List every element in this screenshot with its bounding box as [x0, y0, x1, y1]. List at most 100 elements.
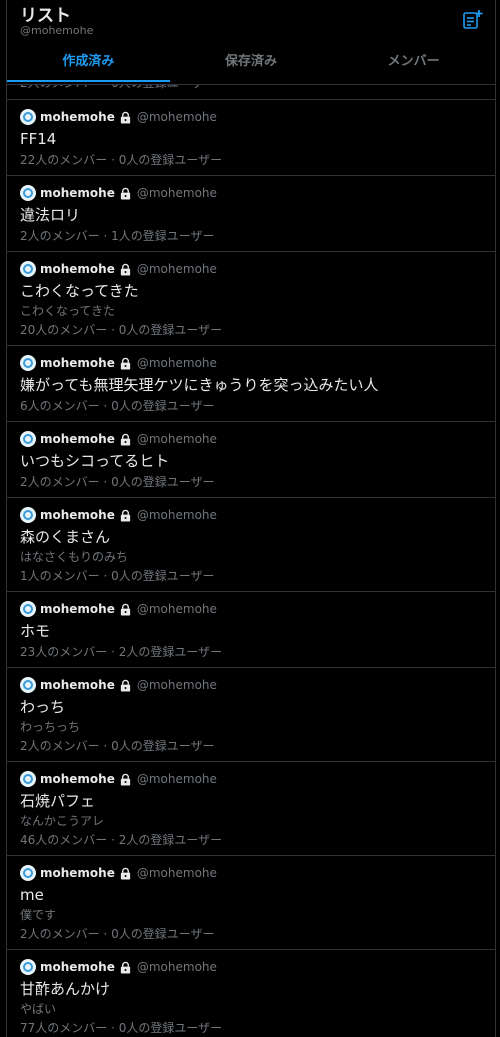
lock-icon [120, 867, 131, 880]
list-item[interactable]: mohemohe @mohemohe ホモ 23人のメンバー · 2人の登録ユー… [7, 591, 495, 667]
tab-member[interactable]: メンバー [332, 44, 495, 84]
new-list-button[interactable] [461, 9, 483, 31]
owner-name: mohemohe [40, 960, 115, 974]
list-item[interactable]: mohemohe @mohemohe 甘酢あんかけ やばい 77人のメンバー ·… [7, 949, 495, 1037]
owner-row: mohemohe @mohemohe [20, 260, 482, 278]
list-meta: 22人のメンバー · 0人の登録ユーザー [20, 153, 223, 167]
page-handle: @mohemohe [20, 24, 94, 37]
avatar [20, 865, 36, 881]
list-item[interactable]: mohemohe @mohemohe 石焼パフェ なんかこうアレ 46人のメンバ… [7, 761, 495, 855]
list-meta: 2人のメンバー · 0人の登録ユーザー [20, 475, 215, 489]
lock-icon [120, 433, 131, 446]
avatar [20, 355, 36, 371]
lock-icon [120, 961, 131, 974]
list-description: こわくなってきた [20, 304, 116, 318]
list-description: わっちっち [20, 720, 81, 734]
owner-row: mohemohe @mohemohe [20, 770, 482, 788]
list-name: me [20, 886, 44, 904]
lock-icon [120, 603, 131, 616]
list-container: mohemohe @mohemohe FF14 22人のメンバー · 0人の登録… [7, 99, 495, 1037]
lock-icon [120, 509, 131, 522]
list-item[interactable]: mohemohe @mohemohe 嫌がっても無理矢理ケツにきゅうりを突っ込み… [7, 345, 495, 421]
lock-icon [120, 263, 131, 276]
owner-name: mohemohe [40, 110, 115, 124]
list-meta: 6人のメンバー · 0人の登録ユーザー [20, 399, 215, 413]
lock-icon [120, 111, 131, 124]
list-description: やばい [20, 1002, 57, 1016]
list-item[interactable]: mohemohe @mohemohe FF14 22人のメンバー · 0人の登録… [7, 99, 495, 175]
owner-name: mohemohe [40, 678, 115, 692]
owner-handle: @mohemohe [136, 960, 217, 974]
owner-handle: @mohemohe [136, 866, 217, 880]
owner-row: mohemohe @mohemohe [20, 354, 482, 372]
avatar [20, 109, 36, 125]
tab-saved[interactable]: 保存済み [170, 44, 333, 84]
owner-row: mohemohe @mohemohe [20, 958, 482, 976]
list-name: ホモ [20, 622, 51, 640]
lock-icon [120, 357, 131, 370]
tab-created[interactable]: 作成済み [7, 44, 170, 84]
avatar [20, 959, 36, 975]
list-meta: 20人のメンバー · 0人の登録ユーザー [20, 323, 223, 337]
list-name: 違法ロリ [20, 206, 81, 224]
owner-handle: @mohemohe [136, 508, 217, 522]
list-item[interactable]: mohemohe @mohemohe いつもシコってるヒト 2人のメンバー · … [7, 421, 495, 497]
lock-icon [120, 773, 131, 786]
owner-name: mohemohe [40, 186, 115, 200]
list-name: 森のくまさん [20, 528, 111, 546]
owner-row: mohemohe @mohemohe [20, 864, 482, 882]
owner-name: mohemohe [40, 356, 115, 370]
tab-bar: 作成済み 保存済み メンバー [7, 44, 495, 84]
list-item[interactable]: mohemohe @mohemohe me 僕です 2人のメンバー · 0人の登… [7, 855, 495, 949]
owner-row: mohemohe @mohemohe [20, 430, 482, 448]
owner-row: mohemohe @mohemohe [20, 108, 482, 126]
owner-name: mohemohe [40, 772, 115, 786]
list-name: わっち [20, 698, 66, 716]
list-item[interactable]: mohemohe @mohemohe 森のくまさん はなさくもりのみち 1人のメ… [7, 497, 495, 591]
list-name: FF14 [20, 130, 57, 148]
list-description: なんかこうアレ [20, 814, 105, 828]
owner-name: mohemohe [40, 432, 115, 446]
list-name: 甘酢あんかけ [20, 980, 111, 998]
list-meta: 46人のメンバー · 2人の登録ユーザー [20, 833, 223, 847]
list-name: 嫌がっても無理矢理ケツにきゅうりを突っ込みたい人 [20, 376, 379, 394]
avatar [20, 677, 36, 693]
lock-icon [120, 187, 131, 200]
owner-name: mohemohe [40, 262, 115, 276]
list-description: 僕です [20, 908, 57, 922]
owner-handle: @mohemohe [136, 602, 217, 616]
list-meta: 23人のメンバー · 2人の登録ユーザー [20, 645, 223, 659]
owner-handle: @mohemohe [136, 110, 217, 124]
list-meta: 2人のメンバー · 0人の登録ユーザー [20, 739, 215, 753]
avatar [20, 261, 36, 277]
owner-handle: @mohemohe [136, 432, 217, 446]
list-name: 石焼パフェ [20, 792, 96, 810]
owner-name: mohemohe [40, 508, 115, 522]
list-item[interactable]: mohemohe @mohemohe こわくなってきた こわくなってきた 20人… [7, 251, 495, 345]
list-meta: 2人のメンバー · 0人の登録ユーザー [20, 927, 215, 941]
avatar [20, 601, 36, 617]
list-meta: 77人のメンバー · 0人の登録ユーザー [20, 1021, 223, 1035]
owner-handle: @mohemohe [136, 262, 217, 276]
owner-row: mohemohe @mohemohe [20, 676, 482, 694]
list-item[interactable]: mohemohe @mohemohe 違法ロリ 2人のメンバー · 1人の登録ユ… [7, 175, 495, 251]
lists-page: リスト @mohemohe 作成済み 保存済み メンバー 2人のメンバー · 0… [6, 0, 496, 1037]
page-header: リスト @mohemohe 作成済み 保存済み メンバー [7, 0, 495, 85]
list-description: はなさくもりのみち [20, 550, 129, 564]
owner-handle: @mohemohe [136, 772, 217, 786]
page-title: リスト [20, 6, 71, 26]
owner-handle: @mohemohe [136, 678, 217, 692]
owner-name: mohemohe [40, 602, 115, 616]
owner-row: mohemohe @mohemohe [20, 184, 482, 202]
owner-handle: @mohemohe [136, 186, 217, 200]
owner-row: mohemohe @mohemohe [20, 506, 482, 524]
list-name: こわくなってきた [20, 282, 139, 300]
list-name: いつもシコってるヒト [20, 452, 170, 470]
list-meta: 1人のメンバー · 0人の登録ユーザー [20, 569, 215, 583]
avatar [20, 507, 36, 523]
avatar [20, 431, 36, 447]
list-item[interactable]: mohemohe @mohemohe わっち わっちっち 2人のメンバー · 0… [7, 667, 495, 761]
list-meta: 2人のメンバー · 1人の登録ユーザー [20, 229, 215, 243]
lock-icon [120, 679, 131, 692]
owner-row: mohemohe @mohemohe [20, 600, 482, 618]
